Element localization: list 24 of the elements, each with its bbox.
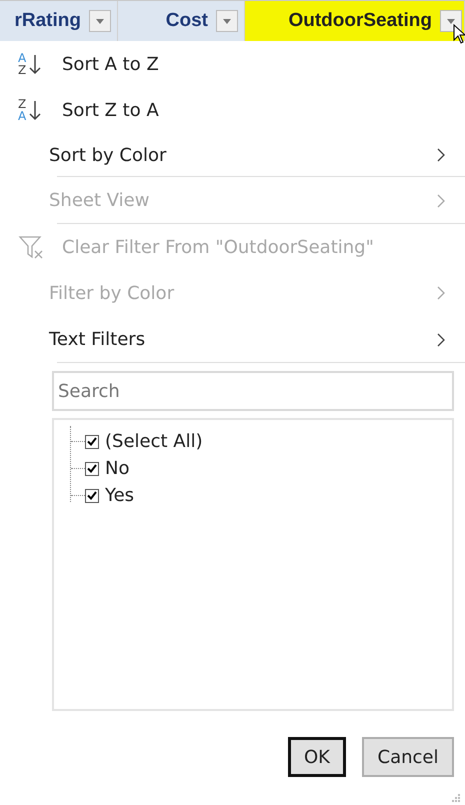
column-title: Cost: [166, 10, 208, 32]
checkbox-label[interactable]: No: [105, 458, 130, 479]
chevron-right-icon: [437, 194, 445, 208]
caret-icon: [96, 18, 104, 24]
column-title: rRating: [14, 10, 81, 32]
cancel-button[interactable]: Cancel: [362, 737, 454, 777]
checkbox-label[interactable]: Yes: [105, 485, 134, 506]
search-field[interactable]: Search: [52, 371, 454, 411]
checkbox[interactable]: [85, 434, 99, 448]
menu-item[interactable]: A Z Sort A to Z: [0, 41, 465, 87]
filter-dropdown-button[interactable]: [440, 10, 462, 32]
resize-grip-icon: [451, 793, 461, 803]
caret-icon: [447, 18, 455, 24]
checkbox[interactable]: [85, 488, 99, 502]
ok-button[interactable]: OK: [288, 737, 346, 777]
column-title: OutdoorSeating: [288, 10, 432, 32]
caret-icon: [223, 18, 231, 24]
chevron-right-icon: [437, 286, 445, 300]
chevron-right-icon: [437, 332, 445, 346]
checkbox[interactable]: [85, 462, 99, 476]
checkbox-label[interactable]: (Select All): [105, 431, 203, 452]
menu-item[interactable]: Z A Sort Z to A: [0, 87, 465, 133]
mouse-pointer-icon: [453, 24, 465, 44]
chevron-right-icon: [437, 148, 445, 162]
